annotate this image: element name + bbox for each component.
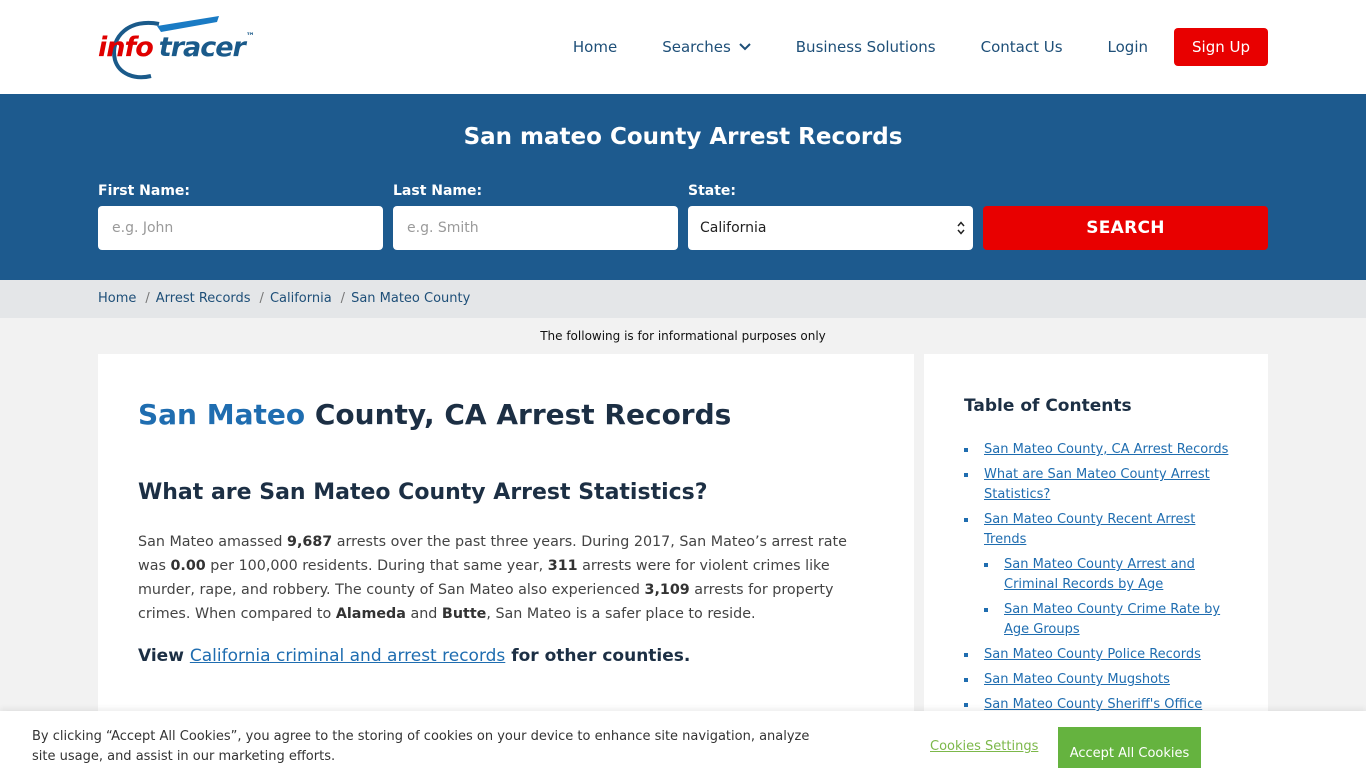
main-nav: Home Searches Business Solutions Contact… (573, 28, 1268, 66)
cookie-text: By clicking “Accept All Cookies”, you ag… (32, 729, 810, 764)
page-title: San Mateo County, CA Arrest Records (138, 398, 731, 431)
page-title-rest: County, CA Arrest Records (305, 398, 732, 431)
toc-link-mugshots[interactable]: San Mateo County Mugshots (984, 672, 1170, 687)
para-text: , San Mateo is a safer place to reside. (486, 606, 756, 622)
nav-searches[interactable]: Searches (662, 38, 751, 56)
table-of-contents: Table of Contents San Mateo County, CA A… (924, 354, 1268, 768)
arrest-rate-value: 0.00 (170, 558, 206, 574)
chevron-down-icon (739, 43, 751, 51)
search-hero: San mateo County Arrest Records First Na… (0, 94, 1366, 280)
nav-contact-us[interactable]: Contact Us (981, 38, 1063, 56)
main-content: San Mateo County, CA Arrest Records What… (98, 354, 914, 768)
toc-item: San Mateo County Crime Rate by Age Group… (964, 600, 1234, 640)
toc-item: San Mateo County Arrest and Criminal Rec… (964, 555, 1234, 595)
stats-paragraph: San Mateo amassed 9,687 arrests over the… (138, 530, 874, 626)
state-label: State: (688, 183, 737, 199)
stats-heading: What are San Mateo County Arrest Statist… (138, 480, 708, 505)
hero-title: San mateo County Arrest Records (463, 124, 903, 150)
breadcrumb-california[interactable]: California (270, 291, 332, 306)
view-prefix: View (138, 646, 190, 666)
state-select-value: California (700, 220, 767, 236)
breadcrumb-separator: / (259, 291, 264, 306)
first-name-label: First Name: (98, 183, 191, 199)
nav-home[interactable]: Home (573, 38, 617, 56)
site-header: info tracer™ Home Searches Business Solut… (0, 0, 1366, 94)
toc-item: San Mateo County Mugshots (964, 670, 1234, 690)
view-records-line: View California criminal and arrest reco… (138, 646, 690, 666)
select-arrows-icon (957, 221, 965, 235)
toc-list: San Mateo County, CA Arrest Records What… (964, 440, 1234, 720)
breadcrumb-current[interactable]: San Mateo County (351, 291, 470, 306)
signup-button[interactable]: Sign Up (1174, 28, 1268, 66)
toc-link-recent-trends[interactable]: San Mateo County Recent Arrest Trends (984, 512, 1195, 547)
toc-item: What are San Mateo County Arrest Statist… (964, 465, 1234, 505)
cookies-settings-link[interactable]: Cookies Settings (930, 739, 1038, 754)
breadcrumb-home[interactable]: Home (98, 291, 136, 306)
compare-county-2: Butte (441, 606, 487, 622)
accept-all-cookies-button[interactable]: Accept All Cookies (1058, 727, 1201, 768)
toc-link-crime-rate-age[interactable]: San Mateo County Crime Rate by Age Group… (1004, 602, 1220, 637)
toc-link-sheriffs-office[interactable]: San Mateo County Sheriff's Office (984, 697, 1202, 712)
nav-searches-label: Searches (662, 38, 731, 56)
first-name-input[interactable]: e.g. John (98, 206, 383, 250)
logo-wordmark: info tracer™ (98, 32, 255, 63)
toc-link-records-by-age[interactable]: San Mateo County Arrest and Criminal Rec… (1004, 557, 1195, 592)
last-name-input[interactable]: e.g. Smith (393, 206, 678, 250)
toc-item: San Mateo County, CA Arrest Records (964, 440, 1234, 460)
breadcrumb: Home / Arrest Records / California / San… (0, 280, 1366, 318)
toc-link-arrest-statistics[interactable]: What are San Mateo County Arrest Statist… (984, 467, 1210, 502)
last-name-label: Last Name: (393, 183, 483, 199)
california-records-link[interactable]: California criminal and arrest records (190, 646, 505, 666)
para-text: San Mateo amassed (138, 534, 287, 550)
toc-link-arrest-records[interactable]: San Mateo County, CA Arrest Records (984, 442, 1228, 457)
toc-item: San Mateo County Recent Arrest Trends (964, 510, 1234, 550)
page-title-highlight: San Mateo (138, 398, 306, 431)
property-arrests-value: 3,109 (644, 582, 690, 598)
logo-info-text: info (98, 32, 154, 63)
nav-login[interactable]: Login (1108, 38, 1148, 56)
toc-title: Table of Contents (964, 396, 1132, 416)
search-button[interactable]: SEARCH (983, 206, 1268, 250)
nav-business-solutions[interactable]: Business Solutions (796, 38, 936, 56)
logo-tracer-text: tracer (158, 32, 246, 63)
logo-trademark: ™ (245, 32, 255, 42)
state-select[interactable]: California (688, 206, 973, 250)
para-text: and (405, 606, 442, 622)
cookie-banner: By clicking “Accept All Cookies”, you ag… (0, 711, 1366, 768)
view-suffix: for other counties. (505, 646, 691, 666)
infotracer-logo[interactable]: info tracer™ (98, 14, 263, 80)
arrests-total-value: 9,687 (287, 534, 333, 550)
breadcrumb-row: Home / Arrest Records / California / San… (98, 291, 470, 306)
breadcrumb-separator: / (340, 291, 346, 306)
breadcrumb-separator: / (145, 291, 150, 306)
compare-county-1: Alameda (335, 606, 406, 622)
para-text: per 100,000 residents. During that same … (205, 558, 548, 574)
informational-notice: The following is for informational purpo… (540, 329, 826, 343)
toc-item: San Mateo County Police Records (964, 645, 1234, 665)
violent-arrests-value: 311 (547, 558, 578, 574)
breadcrumb-arrest-records[interactable]: Arrest Records (156, 291, 251, 306)
toc-link-police-records[interactable]: San Mateo County Police Records (984, 647, 1201, 662)
